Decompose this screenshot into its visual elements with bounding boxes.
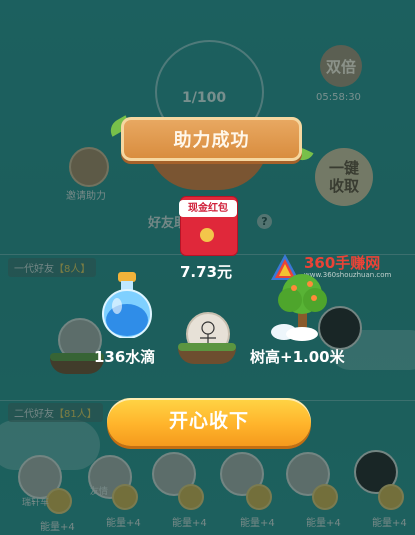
friend-island [178,343,236,364]
water-bottle-icon [102,272,152,338]
water-reward: 136水滴 [94,348,156,366]
confirm-button[interactable]: 开心收下 [107,398,311,446]
red-envelope-label: 现金红包 [179,200,237,217]
modal-title: 助力成功 [173,130,250,151]
modal-title-banner: 助力成功 [121,117,302,161]
tree-height-reward: 树高+1.00米 [250,348,345,366]
tree-icon [271,274,327,341]
red-envelope-seal-icon [200,228,214,242]
cash-reward: 7.73元 [180,263,233,281]
